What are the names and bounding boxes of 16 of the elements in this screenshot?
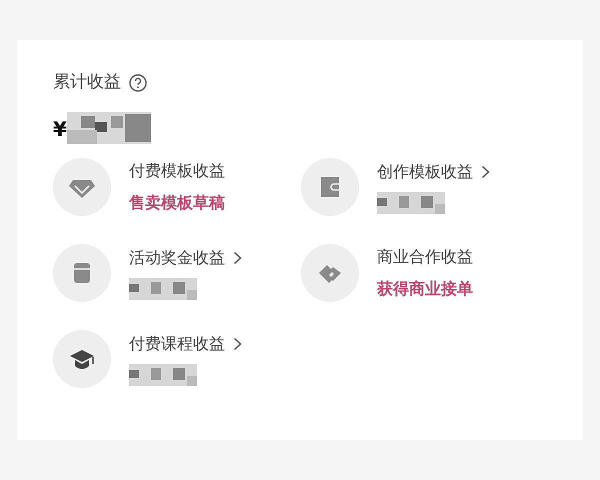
pixelated-redaction [129,278,197,300]
currency-symbol: ¥ [53,116,67,142]
chevron-right-icon[interactable] [233,250,242,264]
item-link[interactable]: 获得商业接单 [377,276,473,300]
pixelated-redaction [377,192,445,214]
help-icon[interactable] [129,74,147,92]
item-title[interactable]: 活动奖金收益 [129,246,225,270]
item-title[interactable]: 付费课程收益 [129,332,225,356]
item-link[interactable]: 售卖模板草稿 [129,190,225,214]
item-title[interactable]: 创作模板收益 [377,160,473,184]
pixelated-redaction [129,364,197,386]
item-title: 商业合作收益 [377,246,473,268]
chevron-right-icon[interactable] [481,164,490,178]
item-title: 付费模板收益 [129,160,225,182]
section-title: 累计收益 [53,71,121,94]
chevron-right-icon[interactable] [233,336,242,350]
